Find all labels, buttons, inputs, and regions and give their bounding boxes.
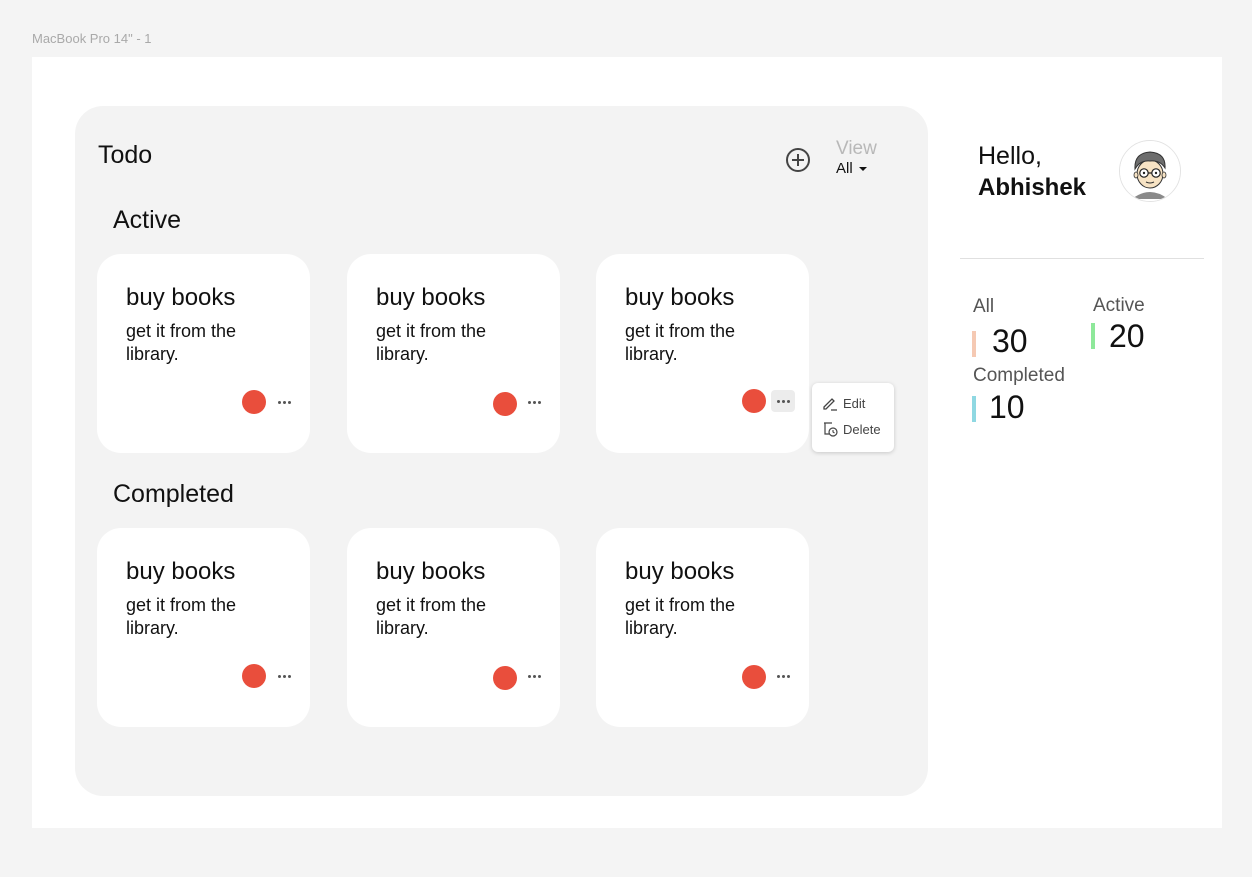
todo-card[interactable]: buy books get it from the library. (347, 254, 560, 453)
view-label: View (836, 138, 877, 159)
menu-item-delete-label: Delete (843, 421, 881, 437)
stat-active-value: 20 (1109, 318, 1145, 354)
stat-completed-value: 10 (989, 389, 1025, 425)
todo-title: buy books (126, 558, 236, 585)
divider (960, 258, 1204, 259)
menu-item-edit-label: Edit (843, 395, 866, 411)
status-toggle-dot[interactable] (493, 392, 517, 416)
status-toggle-dot[interactable] (742, 665, 766, 689)
section-title-completed: Completed (113, 480, 234, 508)
todo-card[interactable]: buy books get it from the library. (97, 254, 310, 453)
more-options-button[interactable] (522, 391, 546, 413)
greeting-text: Hello, (978, 142, 1042, 170)
menu-item-edit[interactable]: Edit (822, 395, 865, 411)
trash-clock-icon (824, 422, 838, 437)
todo-title: buy books (376, 558, 486, 585)
more-options-button[interactable] (771, 665, 795, 687)
todo-title: buy books (126, 284, 236, 311)
todo-title: buy books (376, 284, 486, 311)
status-toggle-dot[interactable] (742, 389, 766, 413)
stat-active-label: Active (1093, 295, 1145, 316)
status-toggle-dot[interactable] (242, 664, 266, 688)
context-menu: Edit Delete (812, 383, 894, 452)
todo-board: Todo View All Active buy books get it fr… (75, 106, 928, 796)
todo-description: get it from the library. (126, 595, 237, 638)
todo-card[interactable]: buy books get it from the library. (97, 528, 310, 727)
frame-label: MacBook Pro 14" - 1 (32, 31, 152, 46)
menu-item-delete[interactable]: Delete (822, 421, 881, 437)
avatar-illustration (1120, 141, 1180, 201)
stat-all-bar (972, 331, 976, 357)
view-filter-value: All (836, 160, 853, 177)
board-title: Todo (98, 141, 153, 169)
status-toggle-dot[interactable] (242, 390, 266, 414)
more-options-button[interactable] (272, 391, 296, 413)
stat-completed-label: Completed (973, 365, 1065, 386)
more-options-button[interactable] (771, 390, 795, 412)
todo-description: get it from the library. (376, 321, 487, 364)
todo-card[interactable]: buy books get it from the library. (596, 254, 809, 453)
chevron-down-icon (858, 166, 867, 171)
todo-description: get it from the library. (126, 321, 237, 364)
view-filter-select[interactable]: All (836, 160, 867, 177)
stat-completed-bar (972, 396, 976, 422)
section-title-active: Active (113, 206, 182, 234)
more-options-button[interactable] (272, 665, 296, 687)
status-toggle-dot[interactable] (493, 666, 517, 690)
todo-title: buy books (625, 558, 735, 585)
todo-title: buy books (625, 284, 735, 311)
more-options-button[interactable] (522, 665, 546, 687)
todo-card[interactable]: buy books get it from the library. (347, 528, 560, 727)
greeting: Hello, Abhishek (978, 141, 1086, 203)
todo-description: get it from the library. (376, 595, 487, 638)
app-frame: Todo View All Active buy books get it fr… (32, 57, 1222, 828)
add-todo-button[interactable] (786, 148, 810, 172)
pencil-icon (823, 398, 837, 411)
stat-all-label: All (973, 296, 995, 317)
todo-description: get it from the library. (625, 595, 736, 638)
todo-card[interactable]: buy books get it from the library. (596, 528, 809, 727)
stat-active-bar (1091, 323, 1095, 349)
stat-all-value: 30 (992, 323, 1028, 359)
user-name: Abhishek (978, 174, 1087, 201)
todo-description: get it from the library. (625, 321, 736, 364)
avatar[interactable] (1119, 140, 1181, 202)
